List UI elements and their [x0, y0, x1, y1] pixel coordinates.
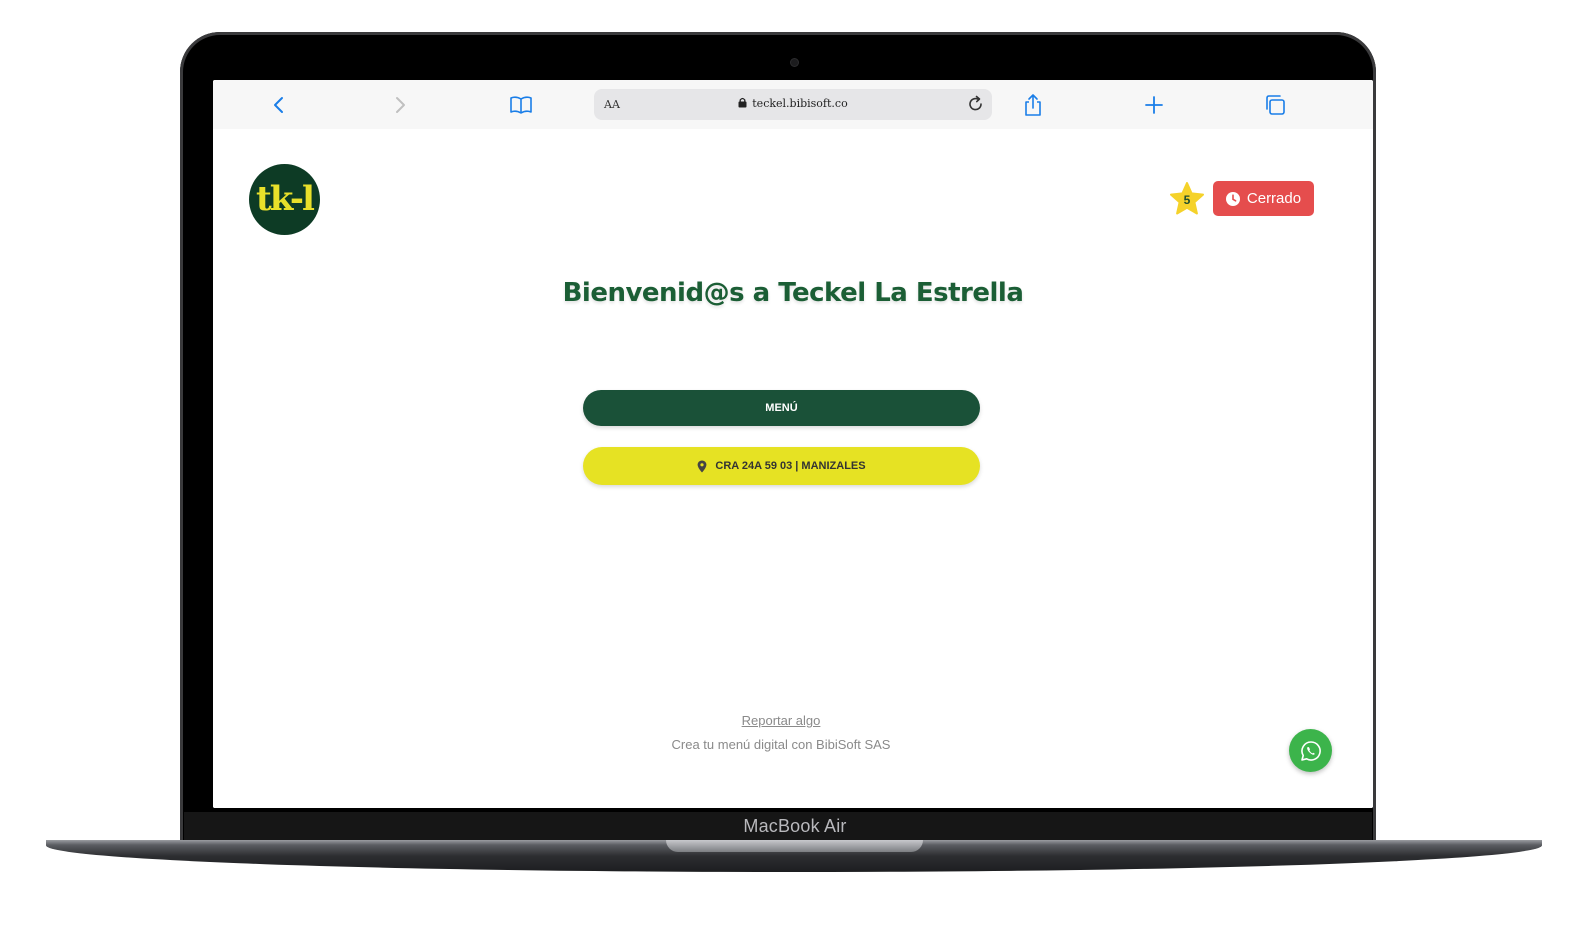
menu-button-label: MENÚ: [765, 402, 798, 414]
welcome-title: Bienvenid@s a Teckel La Estrella: [562, 278, 1024, 308]
clock-icon: [1225, 191, 1240, 206]
address-label: CRA 24A 59 03 | MANIZALES: [715, 460, 866, 472]
share-icon[interactable]: [1020, 92, 1046, 118]
status-badge: Cerrado: [1213, 181, 1314, 216]
menu-button[interactable]: MENÚ: [583, 390, 980, 426]
report-link[interactable]: Reportar algo: [213, 713, 1349, 728]
url-text: teckel.bibisoft.co: [752, 97, 848, 110]
camera: [791, 59, 798, 66]
laptop-notch: [666, 840, 923, 852]
location-pin-icon: [698, 460, 707, 472]
forward-icon[interactable]: [387, 92, 413, 118]
restaurant-logo[interactable]: tk-l: [249, 164, 320, 235]
back-icon[interactable]: [266, 92, 292, 118]
rating-badge: 5: [1169, 182, 1205, 216]
rating-value: 5: [1183, 193, 1191, 207]
tabs-icon[interactable]: [1262, 92, 1288, 118]
bookmarks-icon[interactable]: [508, 92, 534, 118]
credit-text: Crea tu menú digital con BibiSoft SAS: [671, 737, 891, 752]
web-page: tk-l 5 Cerrado Bienvenid@s a Teckel La E…: [213, 129, 1373, 808]
screen: AA teckel.bibisoft.co tk-l 5 Cerrado Bie…: [213, 80, 1373, 808]
address-button[interactable]: CRA 24A 59 03 | MANIZALES: [583, 447, 980, 485]
address-bar[interactable]: AA teckel.bibisoft.co: [594, 89, 992, 120]
reload-icon[interactable]: [966, 94, 986, 114]
lock-icon: [738, 97, 747, 108]
browser-toolbar: AA teckel.bibisoft.co: [213, 80, 1373, 130]
status-text: Cerrado: [1246, 190, 1302, 207]
device-label: MacBook Air: [743, 816, 847, 836]
new-tab-icon[interactable]: [1141, 92, 1167, 118]
whatsapp-icon: [1300, 740, 1321, 761]
logo-text: tk-l: [256, 178, 315, 219]
whatsapp-button[interactable]: [1289, 729, 1332, 772]
